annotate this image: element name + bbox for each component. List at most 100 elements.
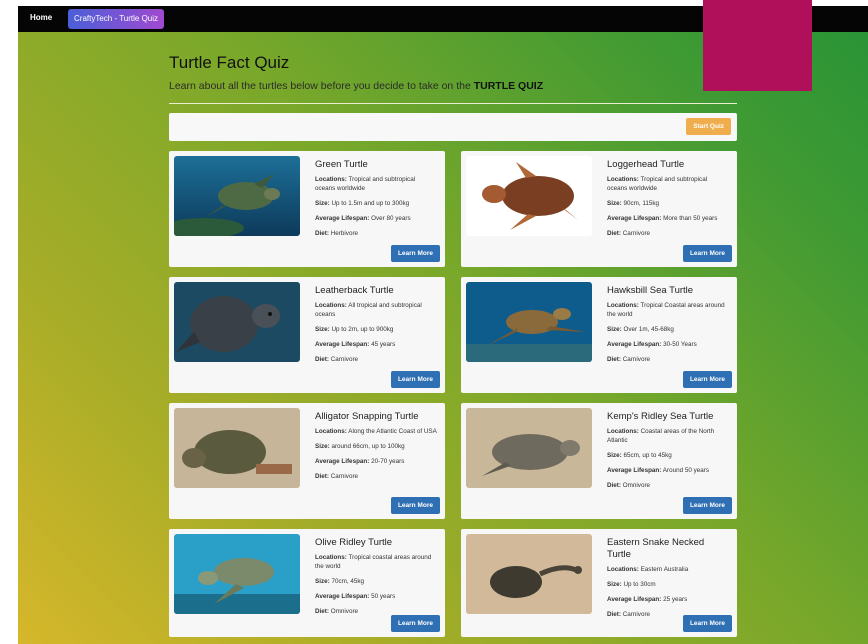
size-label: Size: (607, 326, 622, 333)
subtitle-text: Learn about all the turtles below before… (169, 80, 474, 92)
locations-fact: Locations: Tropical and subtropical ocea… (607, 175, 729, 193)
locations-fact: Locations: Eastern Australia (607, 565, 729, 574)
locations-label: Locations: (607, 428, 639, 435)
turtle-card: Kemp's Ridley Sea Turtle Locations: Coast… (461, 403, 737, 519)
size-fact: Size: around 66cm, up to 100kg (315, 442, 437, 451)
lifespan-label: Average Lifespan: (315, 458, 370, 465)
lifespan-fact: Average Lifespan: Over 80 years (315, 214, 437, 223)
card-body: Eastern Snake Necked Turtle Locations: Ea… (607, 537, 729, 625)
diet-fact: Diet: Carnivore (315, 355, 437, 364)
turtle-name: Loggerhead Turtle (607, 159, 685, 170)
learn-more-button[interactable]: Learn More (682, 497, 732, 514)
diet-value: Carnivore (622, 230, 651, 237)
size-fact: Size: Up to 1.5m and up to 300kg (315, 199, 437, 208)
diet-label: Diet: (315, 356, 329, 363)
learn-more-button[interactable]: Learn More (390, 245, 440, 262)
card-body: Olive Ridley Turtle Locations: Tropical c… (315, 537, 437, 622)
locations-label: Locations: (315, 554, 347, 561)
locations-label: Locations: (607, 566, 639, 573)
turtle-name: Eastern Snake Necked Turtle (607, 537, 705, 560)
turtle-name: Olive Ridley Turtle (315, 537, 393, 548)
diet-fact: Diet: Herbivore (315, 229, 437, 238)
page-title: Turtle Fact Quiz (169, 53, 290, 72)
nav-brand-link[interactable]: CraftyTech - Turtle Quiz (68, 9, 165, 29)
lifespan-fact: Average Lifespan: 25 years (607, 595, 729, 604)
lifespan-label: Average Lifespan: (607, 215, 662, 222)
diet-value: Carnivore (330, 356, 359, 363)
learn-more-button[interactable]: Learn More (390, 371, 440, 388)
diet-label: Diet: (607, 611, 621, 618)
lifespan-label: Average Lifespan: (315, 215, 370, 222)
diet-label: Diet: (315, 230, 329, 237)
lifespan-fact: Average Lifespan: Around 50 years (607, 466, 729, 475)
lifespan-fact: Average Lifespan: 20-70 years (315, 457, 437, 466)
size-value: 70cm, 45kg (331, 578, 365, 585)
turtle-card: Hawksbill Sea Turtle Locations: Tropical … (461, 277, 737, 393)
size-value: Up to 30cm (623, 581, 656, 588)
learn-more-button[interactable]: Learn More (682, 245, 732, 262)
turtle-name: Alligator Snapping Turtle (315, 411, 419, 422)
size-label: Size: (607, 452, 622, 459)
size-label: Size: (607, 200, 622, 207)
lifespan-fact: Average Lifespan: 45 years (315, 340, 437, 349)
learn-more-button[interactable]: Learn More (682, 371, 732, 388)
diet-fact: Diet: Carnivore (607, 229, 729, 238)
turtle-image (174, 282, 300, 362)
size-label: Size: (315, 443, 330, 450)
lifespan-label: Average Lifespan: (315, 593, 370, 600)
window-left-edge (0, 0, 18, 644)
size-value: around 66cm, up to 100kg (331, 443, 405, 450)
learn-more-button[interactable]: Learn More (390, 497, 440, 514)
size-value: Up to 2m, up to 900kg (331, 326, 394, 333)
diet-label: Diet: (607, 482, 621, 489)
diet-value: Carnivore (622, 356, 651, 363)
subtitle-strong: TURTLE QUIZ (473, 80, 544, 92)
locations-value: Eastern Australia (640, 566, 689, 573)
turtle-name: Green Turtle (315, 159, 368, 170)
page-subtitle: Learn about all the turtles below before… (169, 80, 543, 92)
learn-more-button[interactable]: Learn More (682, 615, 732, 632)
card-body: Green Turtle Locations: Tropical and subt… (315, 159, 437, 244)
lifespan-fact: Average Lifespan: More than 50 years (607, 214, 729, 223)
learn-more-button[interactable]: Learn More (390, 615, 440, 632)
card-body: Hawksbill Sea Turtle Locations: Tropical … (607, 285, 729, 370)
lifespan-fact: Average Lifespan: 50 years (315, 592, 437, 601)
locations-value: Along the Atlantic Coast of USA (348, 428, 437, 435)
lifespan-label: Average Lifespan: (607, 596, 662, 603)
size-fact: Size: Up to 2m, up to 900kg (315, 325, 437, 334)
lifespan-value: Over 80 years (371, 215, 411, 222)
lifespan-label: Average Lifespan: (607, 341, 662, 348)
size-fact: Size: 90cm, 115kg (607, 199, 729, 208)
size-value: 65cm, up to 45kg (623, 452, 672, 459)
card-body: Kemp's Ridley Sea Turtle Locations: Coast… (607, 411, 729, 496)
size-value: Over 1m, 45-68kg (623, 326, 674, 333)
lifespan-value: 45 years (371, 341, 396, 348)
lifespan-value: 30-50 Years (663, 341, 697, 348)
lifespan-value: Around 50 years (662, 467, 709, 474)
diet-value: Omnivore (330, 608, 359, 615)
turtle-image (466, 408, 592, 488)
nav-home-link[interactable]: Home (30, 13, 52, 22)
locations-label: Locations: (315, 302, 347, 309)
turtle-card: Leatherback Turtle Locations: All tropica… (169, 277, 445, 393)
locations-fact: Locations: Along the Atlantic Coast of U… (315, 427, 437, 436)
turtle-name: Leatherback Turtle (315, 285, 394, 296)
lifespan-value: 50 years (371, 593, 396, 600)
size-label: Size: (315, 578, 330, 585)
card-body: Loggerhead Turtle Locations: Tropical and… (607, 159, 729, 244)
diet-label: Diet: (315, 608, 329, 615)
locations-label: Locations: (315, 176, 347, 183)
locations-fact: Locations: Coastal areas of the North At… (607, 427, 729, 445)
size-fact: Size: Up to 30cm (607, 580, 729, 589)
lifespan-value: More than 50 years (663, 215, 718, 222)
turtle-card: Olive Ridley Turtle Locations: Tropical c… (169, 529, 445, 637)
lifespan-label: Average Lifespan: (607, 467, 662, 474)
accent-box (703, 0, 812, 91)
lifespan-value: 20-70 years (371, 458, 405, 465)
quiz-toolbar: Start Quiz (169, 113, 737, 141)
locations-fact: Locations: All tropical and subtropical … (315, 301, 437, 319)
locations-fact: Locations: Tropical Coastal areas around… (607, 301, 729, 319)
turtle-image (466, 282, 592, 362)
start-quiz-button[interactable]: Start Quiz (686, 118, 731, 135)
lifespan-label: Average Lifespan: (315, 341, 370, 348)
